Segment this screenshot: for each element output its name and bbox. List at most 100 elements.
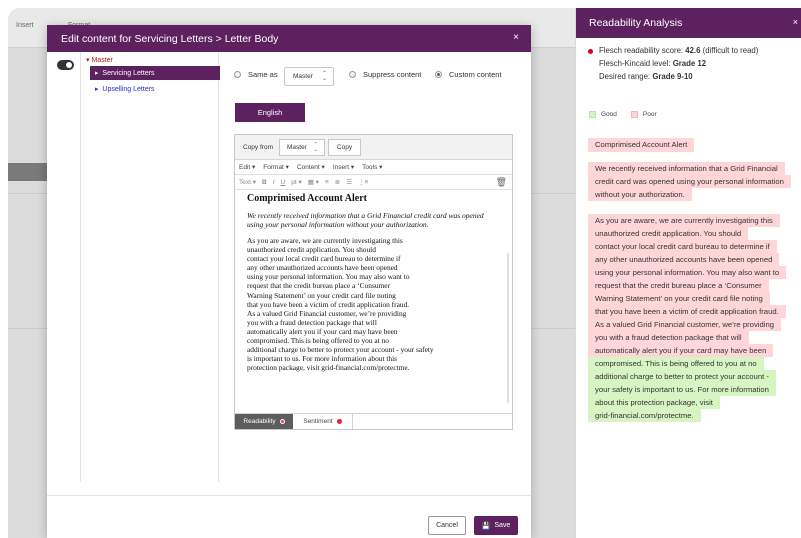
- alert-dot-icon: [588, 49, 593, 54]
- highlight-line: grid-financial.com/protectme.: [588, 409, 701, 422]
- highlight-text: Comprimised Account Alert: [588, 138, 695, 152]
- close-icon[interactable]: ×: [513, 32, 519, 43]
- flesch-score: Flesch readability score: 42.6 (difficul…: [588, 45, 758, 58]
- save-icon: 💾: [481, 522, 491, 530]
- save-button[interactable]: 💾 Save: [474, 516, 518, 535]
- legend-good-label: Good: [601, 111, 617, 118]
- stat-label: Desired range:: [599, 71, 651, 81]
- radio-suppress[interactable]: [349, 71, 356, 78]
- editor-toolbar: Text ▾ B I U pt ▾ ▦ ▾ ≡ ≣ ☰ ⋮≡ 🗑: [235, 175, 512, 190]
- language-button[interactable]: English: [235, 103, 305, 122]
- text-line: As a valued Grid Financial customer, we’…: [247, 308, 407, 318]
- highlight-line: you with a fraud detection package that …: [588, 331, 749, 344]
- readability-stats: Flesch readability score: 42.6 (difficul…: [588, 45, 758, 83]
- bullet-list-icon[interactable]: ☰: [346, 178, 352, 186]
- radio-custom[interactable]: [435, 71, 442, 78]
- copy-from-bar: Copy from Master ⌃ ⌄ Copy: [235, 135, 512, 160]
- background-more-tab: [8, 163, 48, 181]
- save-label: Save: [494, 522, 511, 529]
- highlight-line: We recently received information that a …: [588, 162, 785, 175]
- copy-from-select[interactable]: Master ⌃ ⌄: [279, 139, 325, 156]
- highlighted-paragraph-body: As you are aware, we are currently inves…: [588, 214, 787, 422]
- text-line: is important to us. For more information…: [247, 354, 398, 364]
- trash-icon[interactable]: 🗑: [496, 177, 507, 188]
- highlighted-title: Comprimised Account Alert: [588, 138, 695, 152]
- editor-content[interactable]: Comprimised Account Alert We recently re…: [247, 193, 507, 372]
- tab-readability[interactable]: Readability: [235, 414, 293, 429]
- stat-label: Flesch-Kincaid level:: [599, 58, 671, 68]
- highlight-legend: Good Poor: [589, 111, 657, 118]
- footer-divider: [47, 495, 531, 496]
- color-icon: ▦: [307, 179, 314, 186]
- highlighted-paragraph-intro: We recently received information that a …: [588, 162, 791, 201]
- updown-icon: ⌃ ⌄: [321, 71, 327, 82]
- text-line: protection package, visit grid-financial…: [247, 363, 410, 373]
- bg-menu-insert: Insert: [16, 22, 34, 29]
- option-label: Suppress content: [363, 70, 422, 79]
- text-line: Warning Statement’ on your credit card f…: [247, 290, 396, 300]
- toggle-switch[interactable]: [57, 60, 74, 70]
- tree-item-upselling-letters[interactable]: ▸ Upselling Letters: [95, 85, 155, 93]
- letter-paragraph: As you are aware, we are currently inves…: [247, 236, 469, 372]
- menu-label: Insert: [332, 164, 350, 171]
- highlight-line: unauthorized credit application. You sho…: [588, 227, 749, 240]
- editor-scrollbar[interactable]: [507, 253, 509, 403]
- underline-button[interactable]: U: [281, 179, 286, 186]
- desired-range: Desired range: Grade 9-10: [588, 71, 758, 84]
- tree-item-master[interactable]: ▾ Master: [86, 56, 113, 64]
- text-style-dropdown[interactable]: Text ▾: [239, 178, 256, 186]
- copy-button[interactable]: Copy: [328, 139, 361, 156]
- menu-content[interactable]: Content ▾: [297, 163, 325, 171]
- option-label: Custom content: [449, 70, 502, 79]
- radio-same-as[interactable]: [234, 71, 241, 78]
- text-line: you with a fraud detection package that …: [247, 317, 377, 327]
- align-left-icon[interactable]: ≡: [325, 179, 329, 186]
- text-line: using your personal information. You may…: [247, 272, 410, 282]
- highlight-line: request that the credit bureau place a ‘…: [588, 279, 769, 292]
- option-custom[interactable]: Custom content: [435, 70, 502, 79]
- editor-menubar: Edit ▾ Format ▾ Content ▾ Insert ▾ Tools…: [235, 160, 512, 175]
- copy-from-label: Copy from: [243, 144, 273, 151]
- text-line: contact your local credit card bureau to…: [247, 254, 401, 264]
- close-icon[interactable]: ×: [793, 17, 798, 27]
- readability-panel: Readability Analysis × Flesch readabilit…: [575, 8, 801, 538]
- content-tree: ▾ Master ▸ Servicing Letters ▸ Upselling…: [80, 52, 220, 482]
- stat-value: 42.6: [685, 46, 701, 55]
- tree-item-servicing-letters[interactable]: ▸ Servicing Letters: [90, 66, 220, 80]
- select-value: Master: [293, 73, 313, 80]
- option-same-as[interactable]: Same as: [234, 70, 278, 79]
- text-line: compromised. This is being offered to yo…: [247, 336, 389, 346]
- tab-sentiment[interactable]: Sentiment: [293, 414, 353, 429]
- menu-insert[interactable]: Insert ▾: [333, 163, 354, 171]
- menu-tools[interactable]: Tools ▾: [362, 163, 382, 171]
- italic-button[interactable]: I: [273, 179, 275, 186]
- panel-header: Readability Analysis ×: [576, 8, 801, 38]
- stat-label: Flesch readability score:: [599, 46, 684, 55]
- align-justify-icon[interactable]: ≣: [335, 178, 340, 186]
- text-line: that you have been a victim of credit ap…: [247, 299, 410, 309]
- rich-text-editor: Copy from Master ⌃ ⌄ Copy Edit ▾ Format ▾…: [234, 134, 513, 430]
- menu-format[interactable]: Format ▾: [263, 163, 289, 171]
- cancel-button[interactable]: Cancel: [428, 516, 466, 535]
- bold-button[interactable]: B: [262, 179, 267, 186]
- option-suppress[interactable]: Suppress content: [349, 70, 421, 79]
- updown-icon: ⌃ ⌄: [313, 142, 318, 153]
- legend-poor-label: Poor: [642, 111, 657, 118]
- same-as-select[interactable]: Master ⌃ ⌄: [284, 67, 334, 86]
- font-size-dropdown[interactable]: pt ▾: [291, 178, 302, 186]
- text-line: As you are aware, we are currently inves…: [247, 236, 403, 245]
- tree-item-label: Servicing Letters: [102, 69, 155, 77]
- menu-edit[interactable]: Edit ▾: [239, 163, 255, 171]
- numbered-list-icon[interactable]: ⋮≡: [358, 178, 368, 186]
- text-line: unauthorized credit application. You sho…: [247, 245, 376, 255]
- menu-label: Content: [296, 164, 320, 171]
- select-value: Master: [287, 144, 307, 151]
- option-label: Same as: [248, 70, 278, 79]
- highlight-line: using your personal information. You may…: [588, 266, 787, 279]
- modal-header: Edit content for Servicing Letters > Let…: [47, 25, 531, 52]
- highlight-line: compromised. This is being offered to yo…: [588, 357, 764, 370]
- highlight-line: your safety is important to us. For more…: [588, 383, 776, 396]
- alert-dot-icon: [279, 419, 285, 424]
- menu-label: Edit: [239, 164, 251, 171]
- color-dropdown[interactable]: ▦ ▾: [308, 178, 319, 186]
